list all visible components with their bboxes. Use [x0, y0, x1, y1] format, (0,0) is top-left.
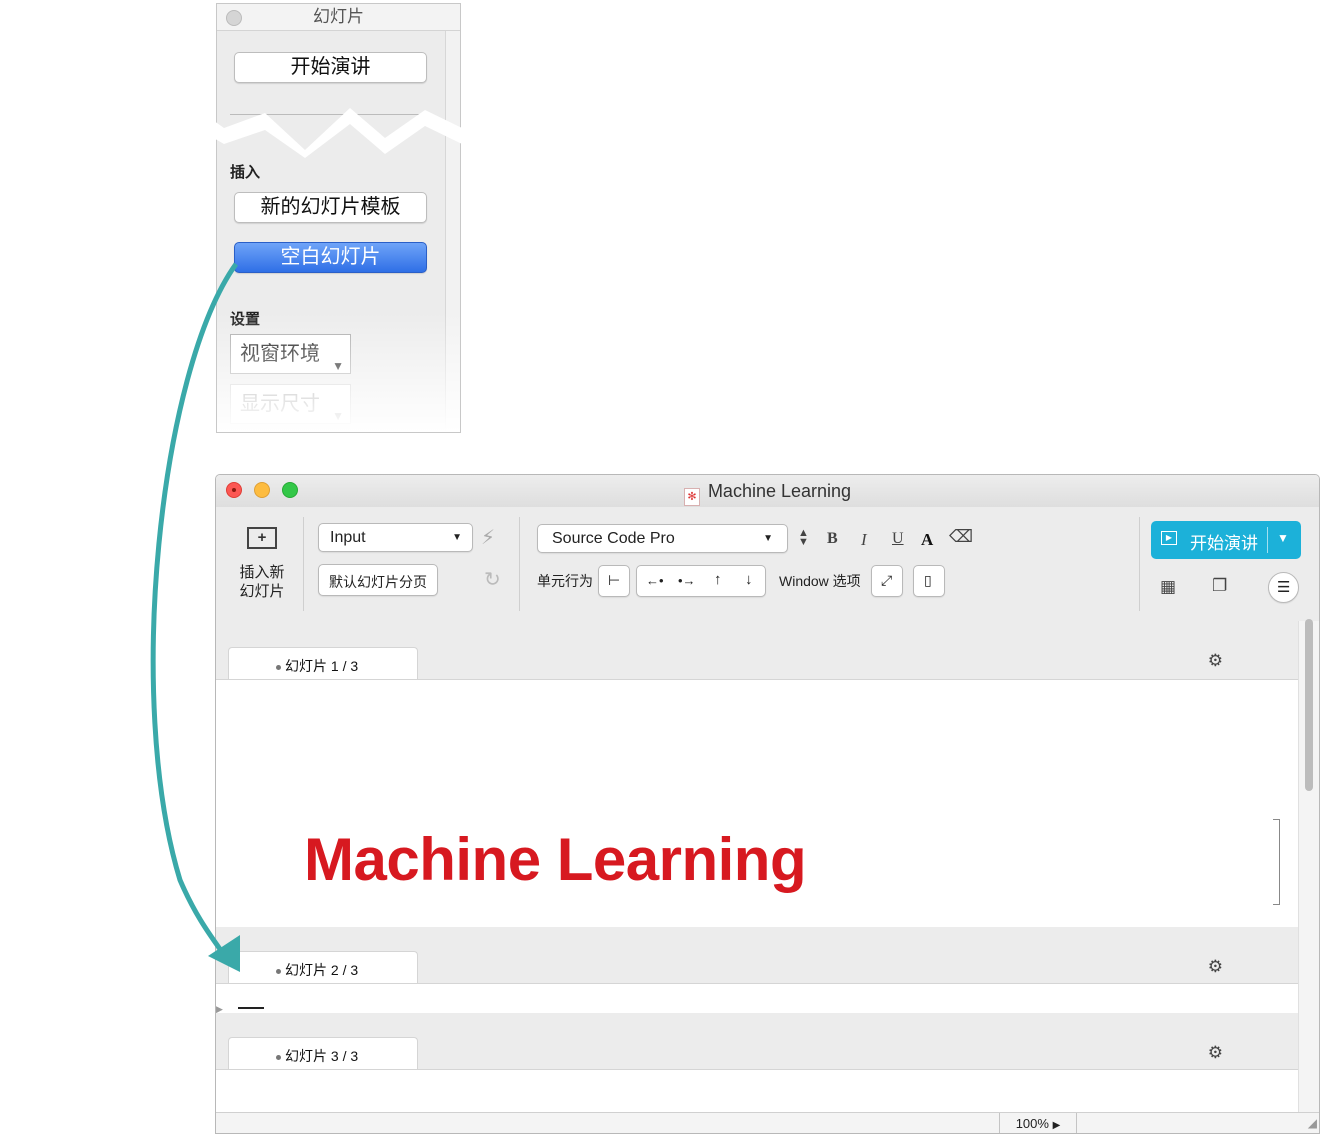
display-size-select[interactable]: 显示尺寸 ▼ — [230, 384, 351, 424]
resize-grip-icon[interactable]: ◢ — [1308, 1116, 1317, 1130]
slide-2-tab[interactable]: 幻灯片 2 / 3 — [228, 951, 418, 984]
window-panel-button[interactable]: ▯ — [913, 565, 945, 597]
magic-wand-icon[interactable]: ⚡ — [481, 525, 495, 550]
chevron-down-icon: ▼ — [763, 533, 773, 544]
bold-button[interactable]: B — [827, 530, 838, 548]
environment-select[interactable]: 视窗环境 ▼ — [230, 334, 351, 374]
settings-section-label: 设置 — [230, 311, 261, 328]
display-size-select-value: 显示尺寸 — [240, 393, 320, 415]
slides-palette: 幻灯片 开始演讲 插入 新的幻灯片模板 空白幻灯片 设置 视窗环境 ▼ 显示尺寸… — [216, 3, 461, 433]
font-select[interactable]: Source Code Pro ▼ — [537, 524, 788, 553]
cell-move-group: ←• •→ ↑ ↓ — [636, 565, 766, 597]
slide-list-icon[interactable]: ❐ — [1212, 576, 1227, 596]
bullet-icon — [276, 969, 281, 974]
play-icon: ▶ — [1161, 531, 1177, 545]
expand-icon: ⤢ — [881, 572, 893, 588]
chevron-down-icon: ▼ — [332, 409, 344, 423]
slide-1-tab[interactable]: 幻灯片 1 / 3 — [228, 647, 418, 680]
slide-heading: Machine Learning — [304, 826, 807, 893]
environment-select-value: 视窗环境 — [240, 343, 320, 365]
present-button-label: 开始演讲 — [1190, 534, 1258, 553]
zoom-button[interactable] — [282, 482, 298, 498]
font-size-stepper[interactable]: ▲ ▼ — [798, 528, 809, 548]
start-presentation-button[interactable]: 开始演讲 — [234, 52, 427, 83]
eraser-icon[interactable]: ⌫ — [949, 527, 973, 547]
new-slide-template-button[interactable]: 新的幻灯片模板 — [234, 192, 427, 223]
slide-3-body — [216, 1069, 1300, 1114]
palette-title: 幻灯片 — [217, 4, 460, 31]
notebook-window: ✻ Machine Learning + 插入新 幻灯片 Input ▼ ⚡ 默认… — [215, 474, 1320, 1134]
toolbar-divider — [303, 517, 304, 611]
toolbar: + 插入新 幻灯片 Input ▼ ⚡ 默认幻灯片分页 ↻ Source Cod… — [216, 507, 1319, 622]
present-menu-chevron-icon[interactable]: ▼ — [1277, 531, 1289, 545]
insert-section-label: 插入 — [230, 164, 261, 181]
insertion-cursor — [238, 1007, 264, 1009]
document-icon: ✻ — [683, 488, 700, 506]
cell-style-select[interactable]: Input ▼ — [318, 523, 473, 552]
title-bar: ✻ Machine Learning — [216, 475, 1319, 507]
move-down-icon[interactable]: ↓ — [745, 571, 753, 588]
refresh-icon[interactable]: ↻ — [484, 567, 501, 592]
slide-2: 幻灯片 2 / 3 ⚙ ▶ — [216, 927, 1300, 1015]
align-left-icon: ⊢ — [608, 572, 621, 588]
insert-new-slide-label-1: 插入新 — [239, 564, 285, 581]
palette-scrollbar[interactable] — [445, 31, 460, 432]
slide-1-body: Machine Learning — [216, 679, 1300, 927]
insert-new-slide-button[interactable]: + 插入新 幻灯片 — [232, 517, 292, 607]
vertical-scrollbar-thumb[interactable] — [1305, 619, 1313, 791]
default-pagebreak-button[interactable]: 默认幻灯片分页 — [318, 564, 438, 596]
torn-edge-graphic — [210, 108, 470, 158]
move-left-icon[interactable]: ←• — [646, 573, 664, 588]
align-left-button[interactable]: ⊢ — [598, 565, 630, 597]
document-area: 幻灯片 1 / 3 ⚙ Machine Learning 幻灯片 2 / 3 ⚙… — [216, 621, 1319, 1133]
slide-3: 幻灯片 3 / 3 ⚙ — [216, 1013, 1300, 1114]
slide-2-tab-label: 幻灯片 2 / 3 — [285, 962, 359, 978]
slide-1-tab-label: 幻灯片 1 / 3 — [285, 658, 359, 674]
window-options-label: Window 选项 — [779, 573, 861, 589]
gear-icon[interactable]: ⚙ — [1208, 957, 1223, 977]
default-pagebreak-label: 默认幻灯片分页 — [329, 574, 427, 590]
status-bar: 100% ▶ ◢ — [216, 1112, 1319, 1133]
toolbar-divider — [1139, 517, 1140, 611]
zoom-control[interactable]: 100% ▶ — [999, 1113, 1077, 1133]
grid-view-icon[interactable]: ▦ — [1160, 577, 1176, 597]
hamburger-icon: ☰ — [1277, 579, 1291, 596]
zoom-chevron-icon: ▶ — [1052, 1120, 1061, 1131]
palette-close-button[interactable] — [226, 10, 242, 26]
close-button[interactable] — [226, 482, 242, 498]
blank-slide-button[interactable]: 空白幻灯片 — [234, 242, 427, 273]
move-up-icon[interactable]: ↑ — [714, 571, 722, 588]
present-divider — [1267, 527, 1268, 553]
bullet-icon — [276, 665, 281, 670]
add-slide-icon: + — [247, 527, 277, 549]
cell-behavior-label: 单元行为 — [537, 573, 593, 589]
gear-icon[interactable]: ⚙ — [1208, 1043, 1223, 1063]
gear-icon[interactable]: ⚙ — [1208, 651, 1223, 671]
slide-3-tab-label: 幻灯片 3 / 3 — [285, 1048, 359, 1064]
chevron-down-icon: ▼ — [452, 532, 462, 543]
slide-3-tab[interactable]: 幻灯片 3 / 3 — [228, 1037, 418, 1070]
window-expand-button[interactable]: ⤢ — [871, 565, 903, 597]
bullet-icon — [276, 1055, 281, 1060]
move-right-icon[interactable]: •→ — [678, 573, 696, 588]
slide-1: 幻灯片 1 / 3 ⚙ Machine Learning — [216, 621, 1300, 927]
slide-2-body: ▶ — [216, 983, 1300, 1015]
toolbar-divider — [519, 517, 520, 611]
italic-button[interactable]: I — [861, 530, 867, 550]
cell-bracket[interactable] — [1273, 819, 1280, 905]
text-color-button[interactable]: A — [921, 530, 933, 550]
panel-icon: ▯ — [924, 572, 932, 588]
minimize-button[interactable] — [254, 482, 270, 498]
underline-button[interactable]: U — [892, 530, 904, 548]
window-title: Machine Learning — [707, 481, 852, 501]
insert-new-slide-label-2: 幻灯片 — [239, 583, 285, 600]
cell-style-value: Input — [330, 529, 366, 546]
font-select-value: Source Code Pro — [552, 530, 675, 547]
menu-button[interactable]: ☰ — [1268, 572, 1299, 603]
chevron-down-icon: ▼ — [332, 359, 344, 373]
present-button[interactable]: ▶ 开始演讲 ▼ — [1151, 521, 1301, 559]
